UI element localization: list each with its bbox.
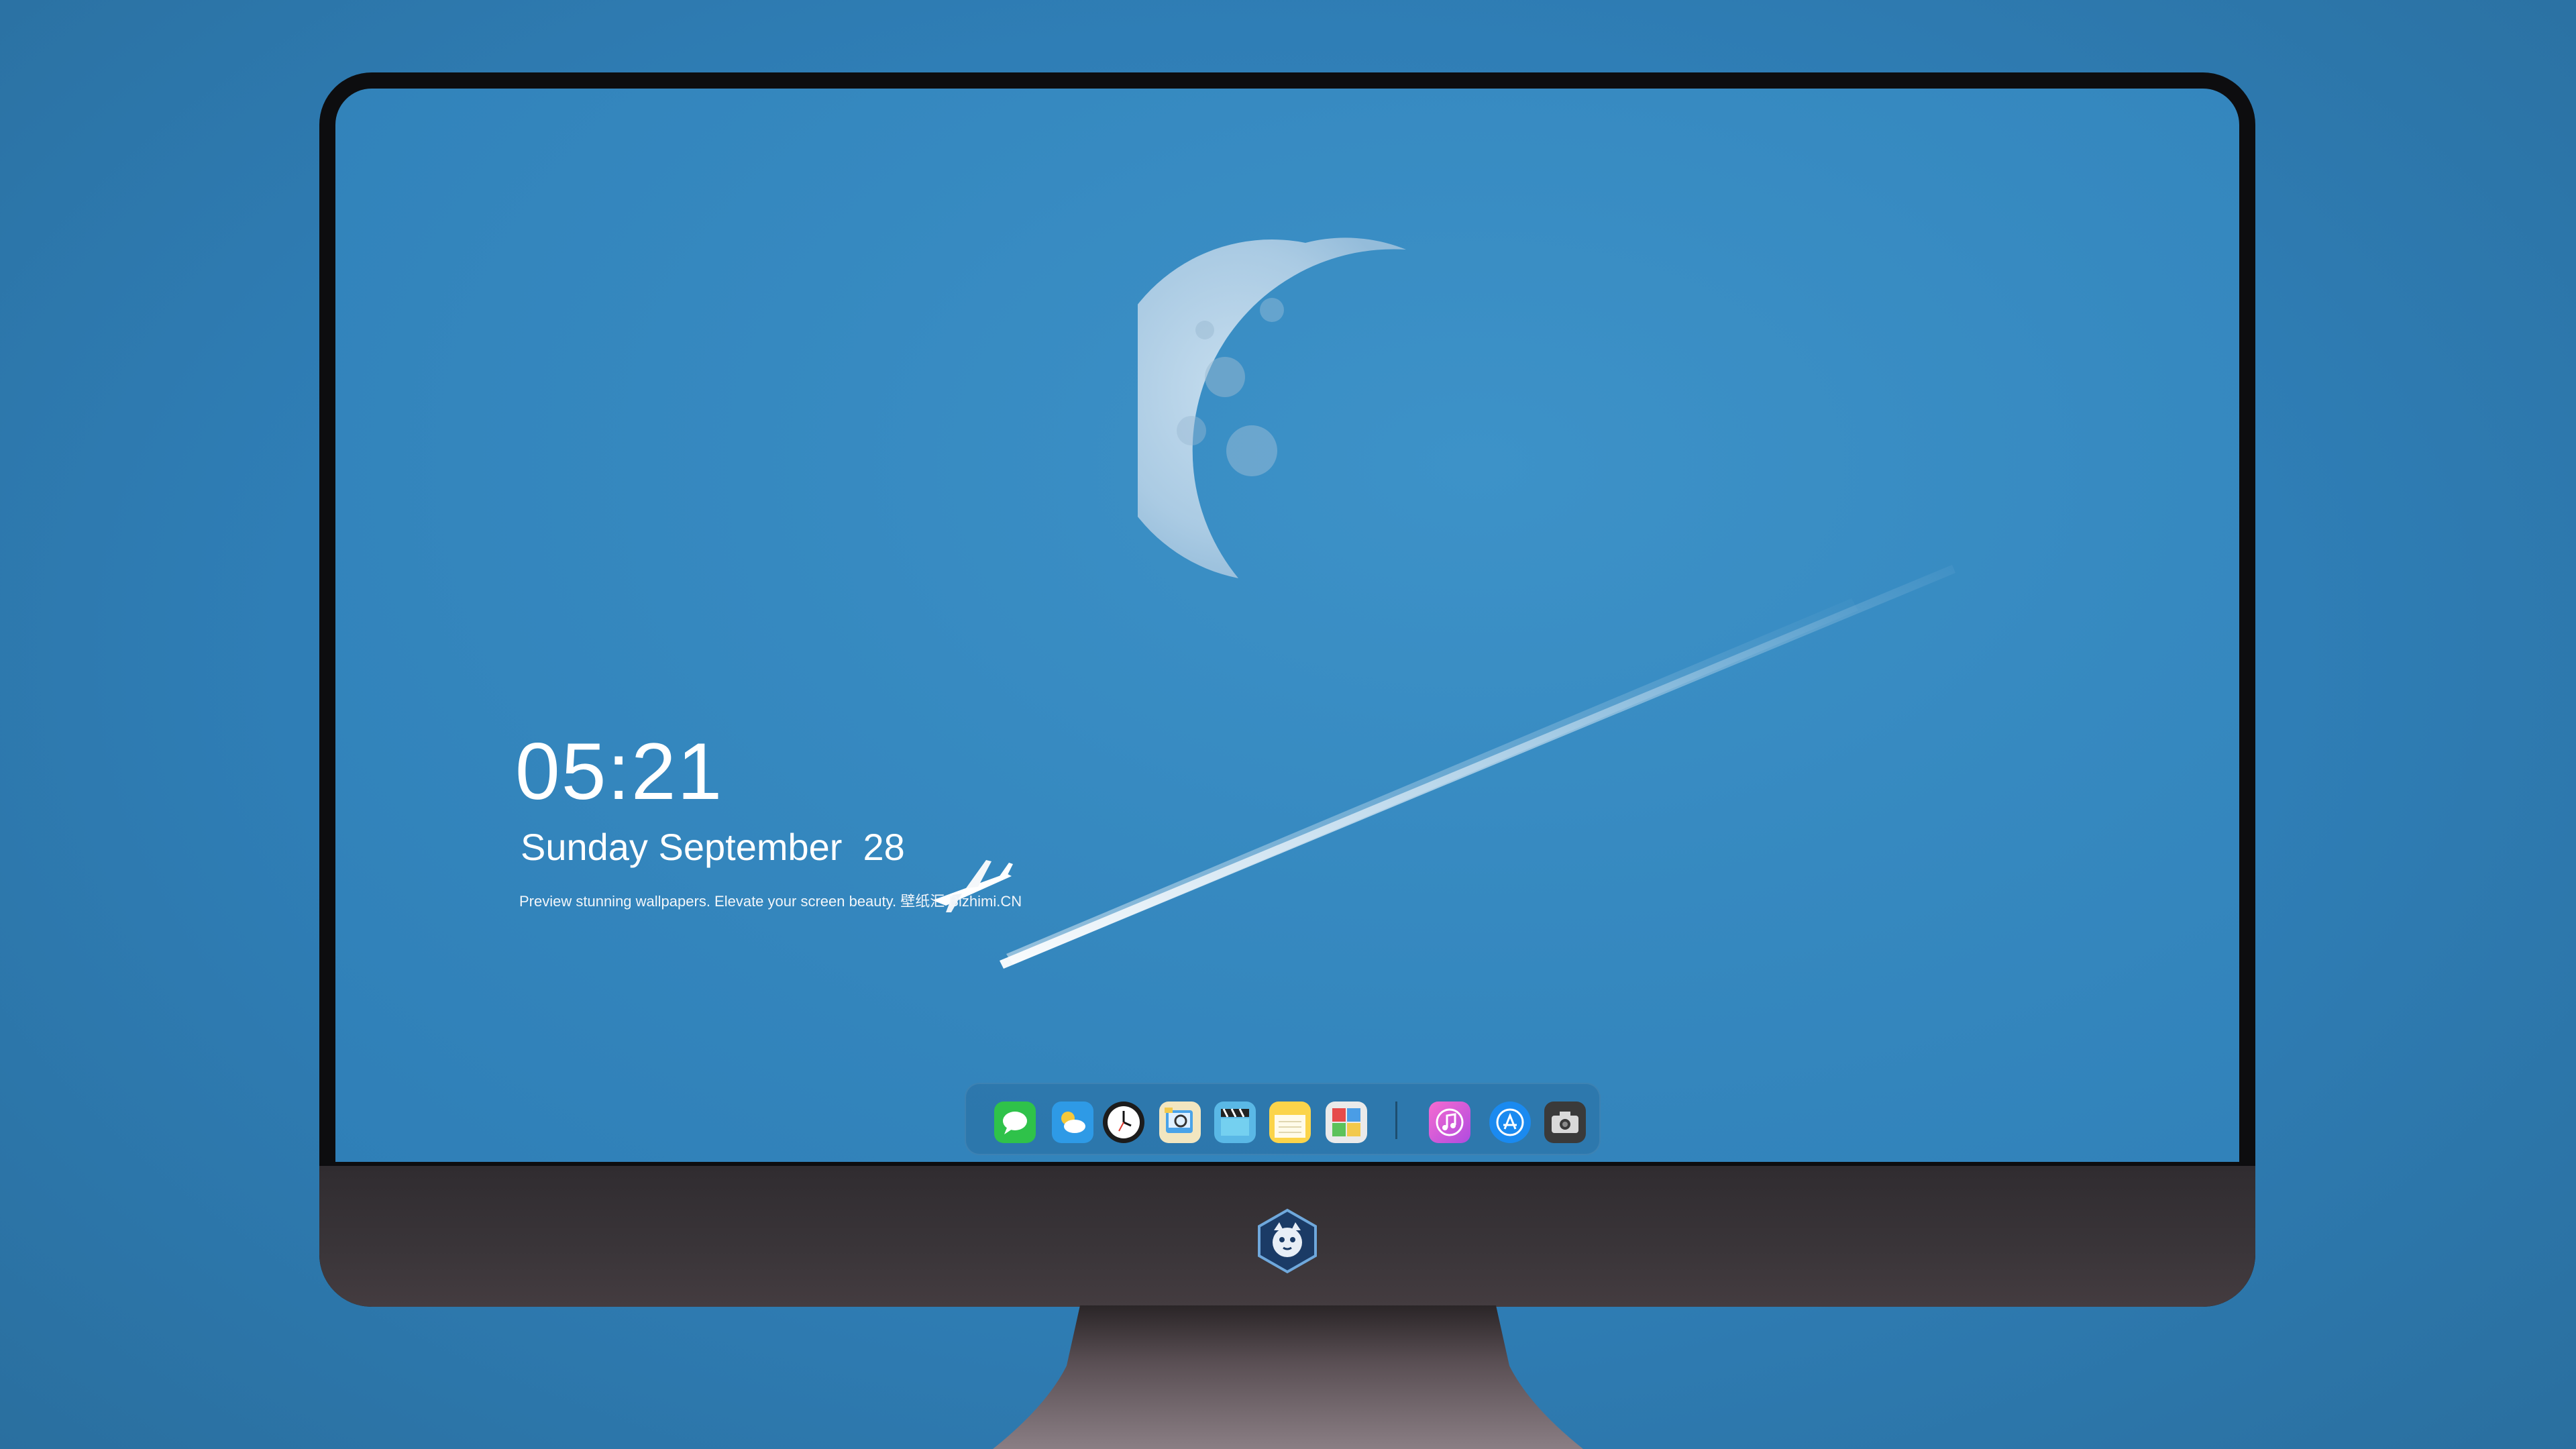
- contrail-streak: [1000, 565, 1955, 969]
- wallpaper-caption: Preview stunning wallpapers. Elevate you…: [519, 893, 1022, 910]
- music-icon[interactable]: [1429, 1102, 1470, 1143]
- dock-separator: [1395, 1102, 1397, 1139]
- monitor-chin: [319, 1166, 2255, 1307]
- clock-time: 05:21: [515, 727, 724, 816]
- monitor-stand: [993, 1305, 1583, 1449]
- clips-icon[interactable]: [1214, 1102, 1256, 1143]
- brand-logo: [1258, 1208, 1317, 1274]
- moon-image: [1138, 237, 1406, 578]
- lock-screen: 05:21 Sunday September 28 Preview stunni…: [335, 89, 2239, 1162]
- clock-icon[interactable]: [1103, 1102, 1144, 1143]
- photo-booth-icon[interactable]: [1326, 1102, 1367, 1143]
- preview-icon[interactable]: [1159, 1102, 1201, 1143]
- clock-date: Sunday September 28: [521, 826, 905, 868]
- app-store-icon[interactable]: [1489, 1102, 1531, 1143]
- messages-icon[interactable]: [994, 1102, 1036, 1143]
- camera-icon[interactable]: [1544, 1102, 1586, 1143]
- weather-icon[interactable]: [1052, 1102, 1093, 1143]
- dock: [965, 1083, 1601, 1155]
- notes-icon[interactable]: [1269, 1102, 1311, 1143]
